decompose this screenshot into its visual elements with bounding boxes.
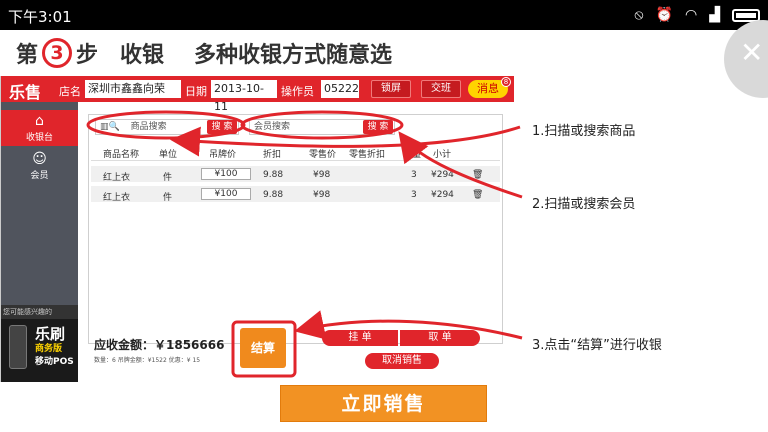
app-logo: 乐售	[9, 83, 42, 102]
col-retail: 零售价	[309, 150, 337, 160]
notification-off-icon: ⦸	[634, 7, 644, 23]
step-title: 收银	[120, 43, 165, 68]
step-description: 多种收银方式随意选	[194, 43, 393, 68]
row-tag-price-input[interactable]: ¥100	[201, 168, 251, 180]
operator-field[interactable]: 05222	[321, 80, 359, 98]
member-search-placeholder: 会员搜索	[254, 122, 291, 132]
row-subtotal: ¥294	[431, 190, 454, 200]
sidebar-item-member[interactable]: ☺ 会员	[1, 148, 78, 184]
sidebar-item-label: 会员	[30, 171, 49, 181]
start-selling-button[interactable]: 立即销售	[280, 385, 487, 422]
checkout-button[interactable]: 结算	[240, 328, 286, 368]
take-order-button[interactable]: 取 单	[400, 330, 480, 346]
store-label: 店名	[59, 85, 81, 98]
col-subtotal: 小计	[433, 150, 452, 160]
table-row[interactable]: 红上衣 件 ¥100 9.88 ¥98 3 ¥294 🗑	[91, 186, 500, 203]
app-sidebar: ⌂ 收银台 ☺ 会员 您可能感兴趣的 乐刷 商务版 移动POS	[1, 102, 78, 382]
row-discount: 9.88	[263, 190, 284, 200]
message-badge: 8	[501, 77, 511, 87]
pos-app-screenshot: 乐售 店名 深圳市鑫鑫向荣 日期 2013-10-11 操作员 05222 锁屏…	[0, 76, 514, 382]
date-label: 日期	[185, 85, 207, 98]
note-step-2: 2.扫描或搜索会员	[532, 197, 636, 212]
wifi-icon: ◠	[685, 7, 698, 23]
member-icon: ☺	[32, 151, 47, 167]
store-field[interactable]: 深圳市鑫鑫向荣	[85, 80, 181, 98]
col-unit: 单位	[159, 150, 178, 160]
signal-icon: ▟	[709, 7, 720, 23]
row-tag-price-input[interactable]: ¥100	[201, 188, 251, 200]
date-field[interactable]: 2013-10-11	[211, 80, 277, 113]
pos-device-image	[9, 325, 27, 369]
note-step-1: 1.扫描或搜索商品	[532, 124, 636, 139]
promo-caption: 您可能感兴趣的	[1, 305, 78, 319]
row-discount: 9.88	[263, 170, 284, 180]
trash-icon[interactable]: 🗑	[472, 170, 483, 180]
handover-button[interactable]: 交班	[421, 80, 461, 98]
screen: 下午3:01 ⦸ ⏰ ◠ ▟ 第 3 步 收银 多种收银方式随意选 ✕ 乐售 店…	[0, 0, 768, 432]
trash-icon[interactable]: 🗑	[472, 190, 483, 200]
app-topbar: 乐售 店名 深圳市鑫鑫向荣 日期 2013-10-11 操作员 05222 锁屏…	[1, 76, 514, 113]
row-subtotal: ¥294	[431, 170, 454, 180]
cancel-sale-button[interactable]: 取消销售	[365, 353, 439, 369]
order-summary: 数量：6 吊牌金额：¥1522 优惠：¥ 15	[94, 357, 201, 364]
row-unit: 件	[163, 193, 173, 203]
col-name: 商品名称	[103, 150, 140, 160]
status-icons: ⦸ ⏰ ◠ ▟	[634, 5, 760, 25]
status-bar: 下午3:01 ⦸ ⏰ ◠ ▟	[0, 0, 768, 30]
step-suffix: 步	[76, 43, 99, 68]
hang-order-button[interactable]: 挂 单	[322, 330, 398, 346]
row-name: 红上衣	[103, 193, 131, 203]
product-search-placeholder: 商品搜索	[130, 122, 167, 132]
note-step-3: 3.点击“结算”进行收银	[532, 338, 662, 353]
product-search-button[interactable]: 搜 索	[207, 120, 237, 134]
row-qty: 3	[411, 190, 417, 200]
close-icon: ✕	[740, 36, 764, 69]
row-retail: ¥98	[313, 190, 331, 200]
col-tag-price: 吊牌价	[209, 150, 237, 160]
row-retail: ¥98	[313, 170, 331, 180]
close-button[interactable]: ✕	[724, 20, 768, 98]
status-time: 下午3:01	[8, 8, 72, 26]
lock-screen-button[interactable]: 锁屏	[371, 80, 411, 98]
col-qty: 数量	[403, 150, 422, 160]
step-headline: 第 3 步 收银 多种收银方式随意选	[16, 36, 392, 70]
promo-line-2: 移动POS	[35, 357, 74, 367]
sidebar-item-cashier[interactable]: ⌂ 收银台	[1, 110, 78, 146]
cashier-icon: ⌂	[35, 113, 44, 129]
alarm-icon: ⏰	[655, 7, 673, 23]
col-discount: 折扣	[263, 150, 282, 160]
row-unit: 件	[163, 173, 173, 183]
cashier-panel: ▥🔍 商品搜索 搜 索 会员搜索 搜 索 商品名称 单位 吊牌价 折扣 零售价 …	[88, 114, 503, 344]
amount-due: 应收金额：￥1856666	[94, 338, 225, 352]
checkout-footer: 应收金额：￥1856666 数量：6 吊牌金额：¥1522 优惠：¥ 15 结算…	[88, 322, 503, 382]
barcode-icon: ▥🔍	[100, 122, 120, 132]
sidebar-item-label: 收银台	[25, 133, 53, 143]
step-prefix: 第	[16, 43, 39, 68]
step-number: 3	[42, 38, 73, 68]
row-name: 红上衣	[103, 173, 131, 183]
row-qty: 3	[411, 170, 417, 180]
table-header: 商品名称 单位 吊牌价 折扣 零售价 零售折扣 数量 小计	[91, 143, 500, 161]
promo-line-1: 商务版	[35, 344, 63, 354]
operator-label: 操作员	[281, 85, 314, 98]
promo-banner[interactable]: 您可能感兴趣的 乐刷 商务版 移动POS	[1, 305, 78, 382]
table-row[interactable]: 红上衣 件 ¥100 9.88 ¥98 3 ¥294 🗑	[91, 166, 500, 183]
col-retail-discount: 零售折扣	[349, 150, 386, 160]
member-search-button[interactable]: 搜 索	[363, 120, 393, 134]
